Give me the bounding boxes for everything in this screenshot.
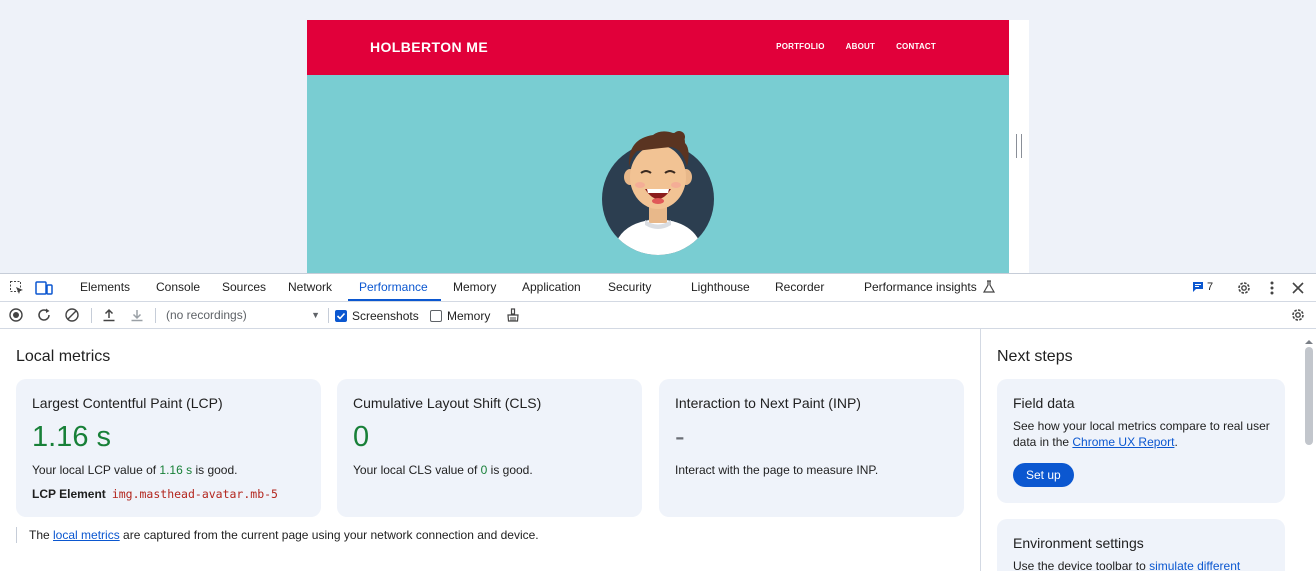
record-icon[interactable] [7,306,25,324]
memory-label: Memory [447,309,491,323]
tab-sources[interactable]: Sources [222,274,266,301]
lcp-card-title: Largest Contentful Paint (LCP) [32,395,223,411]
inp-value: - [675,421,685,453]
devtools-tabbar: Elements Console Sources Network Performance… [0,274,1316,302]
clear-icon[interactable] [63,306,81,324]
tab-console[interactable]: Console [156,274,200,301]
more-options-icon[interactable] [1263,279,1281,297]
reload-record-icon[interactable] [35,306,53,324]
tab-performance[interactable]: Performance [359,274,428,301]
field-data-card: Field data See how your local metrics co… [997,379,1285,503]
screenshots-label: Screenshots [352,309,419,323]
toolbar-separator [328,308,329,323]
nav-link-contact[interactable]: CONTACT [896,42,936,51]
tab-recorder[interactable]: Recorder [775,274,824,301]
memory-checkbox[interactable]: Memory [430,308,490,324]
tab-security[interactable]: Security [608,274,651,301]
tab-application[interactable]: Application [522,274,581,301]
issues-counter[interactable]: 7 [1192,281,1213,293]
cls-value: 0 [353,421,370,453]
environment-settings-card: Environment settings Use the device tool… [997,519,1285,571]
website-preview: HOLBERTON ME PORTFOLIO ABOUT CONTACT [307,20,1009,273]
upload-icon[interactable] [100,306,118,324]
local-metrics-link[interactable]: local metrics [53,528,120,542]
toolbar-separator [91,308,92,323]
side-panel-scrollbar[interactable] [1304,333,1314,567]
inp-description: Interact with the page to measure INP. [675,463,879,477]
local-metrics-panel: Local metrics Largest Contentful Paint (… [0,329,980,571]
local-metrics-footnote: The local metrics are captured from the … [16,527,539,543]
site-navbar: HOLBERTON ME PORTFOLIO ABOUT CONTACT [307,20,1009,75]
garbage-collect-icon[interactable] [504,306,522,324]
checkbox-unchecked-icon [430,310,442,322]
footnote-text: The [29,528,54,542]
inspect-element-icon[interactable] [8,279,26,297]
cls-desc-text: Your local CLS value of [353,463,481,477]
masthead-avatar [602,131,714,255]
capture-settings-icon[interactable] [1289,306,1307,324]
download-icon[interactable] [128,306,146,324]
environment-settings-title: Environment settings [1013,535,1144,551]
nav-link-portfolio[interactable]: PORTFOLIO [776,42,824,51]
device-toolbar-icon[interactable] [35,279,53,297]
cls-card-title: Cumulative Layout Shift (CLS) [353,395,542,411]
screenshots-checkbox[interactable]: Screenshots [335,308,419,324]
environment-settings-description: Use the device toolbar to simulate diffe… [1013,558,1273,571]
close-devtools-icon[interactable] [1289,279,1307,297]
tab-elements[interactable]: Elements [80,274,130,301]
site-brand[interactable]: HOLBERTON ME [370,39,488,55]
env-desc-text: Use the device toolbar to [1013,559,1150,571]
next-steps-panel: Next steps Field data See how your local… [980,329,1316,571]
nav-link-about[interactable]: ABOUT [846,42,875,51]
devtools-panel: Elements Console Sources Network Performance… [0,273,1316,571]
tab-performance-insights[interactable]: Performance insights [864,274,977,301]
scroll-up-arrow-icon[interactable] [1304,338,1314,346]
lcp-element-row: LCP Element img.masthead-avatar.mb-5 [32,487,278,501]
lcp-desc-text: Your local LCP value of [32,463,160,477]
active-tab-indicator [348,299,441,301]
viewport-resize-handle[interactable] [1016,134,1022,158]
next-steps-title: Next steps [997,348,1073,365]
site-nav-links: PORTFOLIO ABOUT CONTACT [776,42,936,51]
lcp-card: Largest Contentful Paint (LCP) 1.16 s Yo… [16,379,321,517]
inp-card: Interaction to Next Paint (INP) - Intera… [659,379,964,517]
toolbar-separator [155,308,156,323]
lcp-desc-suffix: is good. [192,463,238,477]
recordings-select-value: (no recordings) [166,308,247,322]
tab-lighthouse[interactable]: Lighthouse [691,274,750,301]
cls-card: Cumulative Layout Shift (CLS) 0 Your loc… [337,379,642,517]
checkbox-checked-icon [335,310,347,322]
field-data-desc-suffix: . [1174,435,1178,449]
footnote-suffix: are captured from the current page using… [119,528,539,542]
issues-icon [1193,282,1203,292]
inp-card-title: Interaction to Next Paint (INP) [675,395,861,411]
tab-memory[interactable]: Memory [453,274,496,301]
chrome-ux-report-link[interactable]: Chrome UX Report [1072,435,1174,449]
cls-desc-suffix: is good. [487,463,533,477]
scrollbar-thumb[interactable] [1305,347,1313,445]
field-data-description: See how your local metrics compare to re… [1013,418,1273,450]
chevron-down-icon: ▼ [311,310,320,320]
experimental-flask-icon [982,280,996,299]
settings-gear-icon[interactable] [1235,279,1253,297]
local-metrics-title: Local metrics [16,348,111,365]
page-viewport: HOLBERTON ME PORTFOLIO ABOUT CONTACT [0,0,1316,273]
simulate-different-link[interactable]: simulate different [1149,559,1240,571]
lcp-element-node-link[interactable]: img.masthead-avatar.mb-5 [112,487,278,501]
performance-toolbar: (no recordings) ▼ Screenshots Memory [0,302,1316,329]
issues-count-value: 7 [1207,281,1214,293]
cls-description: Your local CLS value of 0 is good. [353,463,533,477]
lcp-element-label: LCP Element [32,487,106,501]
lcp-desc-value: 1.16 s [159,463,193,477]
tab-network[interactable]: Network [288,274,332,301]
lcp-description: Your local LCP value of 1.16 s is good. [32,463,238,477]
set-up-button[interactable]: Set up [1013,463,1074,487]
recordings-select[interactable]: (no recordings) ▼ [160,306,324,325]
field-data-title: Field data [1013,395,1075,411]
lcp-value: 1.16 s [32,421,111,453]
